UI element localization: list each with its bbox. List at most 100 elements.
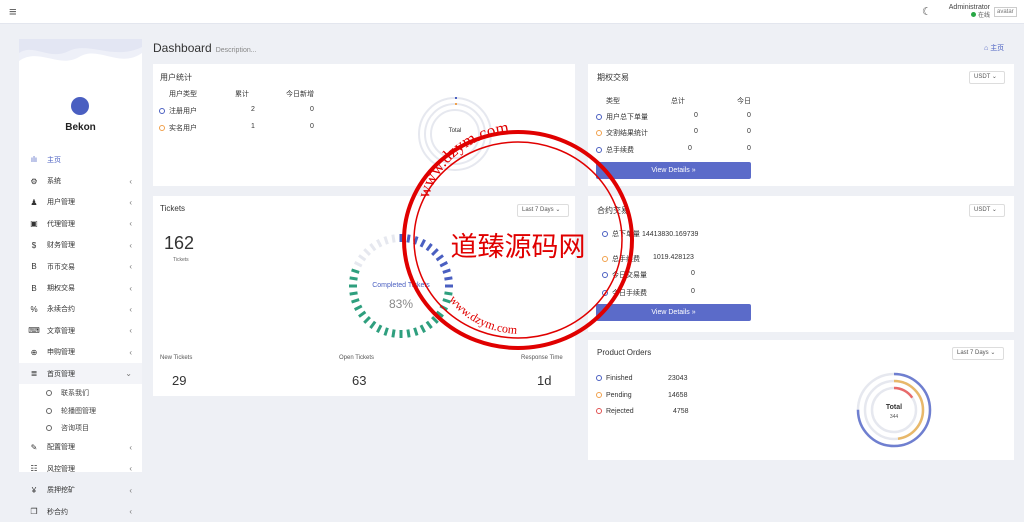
user-stats-header-total: 累计: [235, 91, 249, 98]
circle-icon: [46, 425, 52, 432]
breadcrumb[interactable]: ⌂ 主页: [984, 43, 1004, 53]
response-time-label: Response Time: [521, 355, 563, 361]
home-icon: ⌂: [984, 45, 989, 52]
svg-text:www.dzym.com: www.dzym.com: [414, 122, 510, 200]
chevron-icon: ‹: [129, 262, 132, 272]
gauge-tick: [376, 324, 383, 334]
keyboard-icon: ⌨: [28, 326, 40, 336]
sidebar-item-3[interactable]: ❐ 秒合约 ‹: [19, 501, 142, 522]
sidebar-subitem-0[interactable]: 联系我们: [19, 384, 142, 402]
chevron-icon: ‹: [129, 176, 132, 186]
gauge-tick: [351, 268, 360, 274]
watermark-url-top: www.dzym.com: [414, 122, 510, 200]
admin-user-info[interactable]: Administrator 在线: [946, 3, 990, 21]
user-stats-header-type: 用户类型: [169, 91, 197, 98]
new-tickets-label: New Tickets: [160, 355, 193, 361]
gauge-tick: [369, 243, 377, 252]
legend-dot-icon: [596, 392, 602, 398]
sidebar-item-2[interactable]: ♟ 用户管理 ‹: [19, 192, 142, 213]
orders-range-select[interactable]: Last 7 Days ⌄: [952, 347, 1004, 360]
bitcoin-icon: B: [31, 283, 37, 293]
chevron-icon: ‹: [129, 485, 132, 495]
brand-name: Bekon: [65, 122, 96, 133]
options-row: 用户总下单量: [596, 112, 648, 122]
row-today: 0: [310, 123, 314, 130]
row-total: 0: [694, 112, 698, 119]
chevron-down-icon: ⌄: [991, 207, 997, 213]
sidebar-item-3[interactable]: ▣ 代理管理 ‹: [19, 213, 142, 234]
row-total: 2: [251, 106, 255, 113]
chevron-icon: ‹: [129, 442, 132, 452]
gauge-tick: [383, 236, 389, 245]
options-currency-select[interactable]: USDT ⌄: [969, 71, 1005, 84]
tickets-count: 162: [164, 233, 195, 253]
row-label: Rejected: [606, 408, 634, 415]
user-stats-header-today: 今日新增: [286, 91, 314, 98]
table-icon: ☷: [30, 464, 38, 474]
chevron-down-icon: ⌄: [991, 74, 997, 80]
product-orders-donut: Total 344: [856, 372, 932, 448]
sidebar-subitem-1[interactable]: 轮播图管理: [19, 402, 142, 420]
row-today: 0: [747, 112, 751, 119]
sidebar-item-0[interactable]: ılı 主页: [19, 149, 142, 170]
percent-icon: %: [30, 304, 38, 314]
row-value: 0: [691, 288, 695, 295]
sidebar-subitem-2[interactable]: 咨询项目: [19, 419, 142, 437]
sidebar-item-9[interactable]: ⊕ 申购管理 ‹: [19, 342, 142, 363]
sidebar-item-2[interactable]: ¥ 质押挖矿 ‹: [19, 480, 142, 501]
online-status: 在线: [977, 13, 990, 19]
avatar[interactable]: avatar: [994, 7, 1017, 17]
sidebar-item-6[interactable]: B 期权交易 ‹: [19, 277, 142, 298]
contracts-card: 合约交易 USDT ⌄ 总下单量 14413830.169739 总手续费 10…: [588, 196, 1014, 332]
yen-icon: ¥: [31, 485, 37, 495]
gauge-tick: [353, 304, 363, 311]
gauge-tick: [369, 320, 377, 329]
options-title: 期权交易: [597, 73, 629, 82]
sidebar-item-0[interactable]: ✎ 配置管理 ‹: [19, 437, 142, 458]
legend-dot-icon: [596, 114, 602, 120]
options-header-today: 今日: [737, 98, 751, 105]
open-tickets-value: 63: [352, 373, 367, 388]
sidebar-item-label: 财务管理: [47, 242, 75, 250]
sidebar-item-label: 首页管理: [47, 370, 75, 378]
row-today: 0: [310, 106, 314, 113]
orders-row: Rejected: [596, 408, 634, 415]
online-dot-icon: [970, 12, 976, 17]
id-card-icon: ▣: [30, 219, 38, 229]
dollar-icon: $: [31, 240, 37, 250]
contracts-currency-select[interactable]: USDT ⌄: [969, 204, 1005, 217]
gauge-tick: [383, 327, 389, 336]
sidebar-item-10[interactable]: ≣ 首页管理 ⌄: [19, 362, 142, 385]
chevron-icon: ‹: [129, 283, 132, 293]
hamburger-menu-icon[interactable]: ≡: [9, 4, 17, 19]
open-tickets-label: Open Tickets: [339, 355, 375, 361]
user-stats-row: 实名用户: [159, 123, 197, 133]
orders-row: Finished: [596, 375, 632, 382]
range-value: Last 7 Days: [957, 350, 989, 356]
sidebar-item-7[interactable]: % 永续合约 ‹: [19, 299, 142, 320]
user-icon: ♟: [30, 197, 38, 207]
sidebar-item-label: 主页: [47, 156, 61, 164]
sidebar-item-8[interactable]: ⌨ 文章管理 ‹: [19, 320, 142, 341]
row-value: 14413830.169739: [641, 231, 699, 238]
sidebar-item-1[interactable]: ☷ 风控管理 ‹: [19, 458, 142, 479]
dark-mode-toggle-icon[interactable]: ☾: [922, 5, 932, 18]
sidebar-item-5[interactable]: B 币币交易 ‹: [19, 256, 142, 277]
chevron-icon: ‹: [129, 507, 132, 517]
row-value: 0: [691, 270, 695, 277]
legend-dot-icon: [596, 408, 602, 414]
currency-value: USDT: [974, 207, 991, 213]
sidebar-subitem-label: 轮播图管理: [61, 407, 96, 415]
row-value: 4758: [673, 408, 689, 415]
sidebar-item-1[interactable]: ⚙ 系统 ‹: [19, 170, 142, 191]
sidebar-subitem-label: 联系我们: [61, 390, 89, 398]
gear-icon: ⚙: [30, 176, 38, 186]
sidebar-item-4[interactable]: $ 财务管理 ‹: [19, 235, 142, 256]
sidebar-item-label: 配置管理: [47, 444, 75, 452]
options-trade-card: 期权交易 USDT ⌄ 类型 总计 今日 用户总下单量 0 0 交割结果统计 0…: [588, 64, 1014, 186]
page-title-text: Dashboard: [153, 41, 212, 55]
row-value: 14658: [668, 392, 688, 399]
product-orders-card: Product Orders Last 7 Days ⌄ Finished 23…: [588, 340, 1014, 460]
gauge-tick: [391, 234, 396, 243]
circle-icon: [46, 390, 52, 397]
